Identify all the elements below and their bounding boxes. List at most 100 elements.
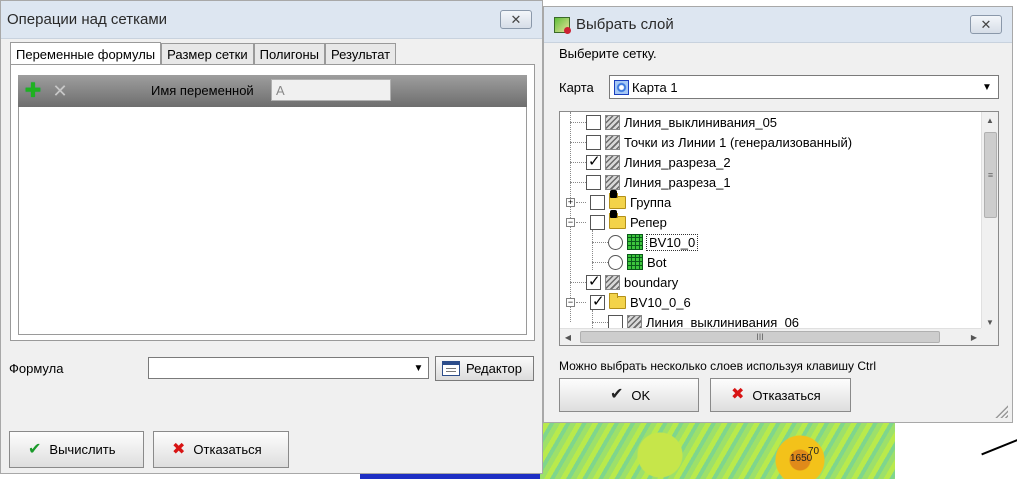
tree-guide xyxy=(592,230,593,270)
formula-combobox[interactable]: ▼ xyxy=(148,357,429,379)
select-layer-window: Выбрать слой ✕ Выберите сетку. Карта Кар… xyxy=(543,6,1013,423)
folder-icon xyxy=(609,292,626,309)
layer-checkbox[interactable] xyxy=(590,292,605,310)
cancel-button[interactable]: ✖ Отказаться xyxy=(153,431,289,468)
layer-checkbox[interactable] xyxy=(586,174,601,190)
tree-guide xyxy=(592,242,608,243)
grid-operations-window: Операции над сетками ✕ Переменные формул… xyxy=(0,0,543,474)
tree-item[interactable]: boundary xyxy=(586,272,678,292)
lock-icon xyxy=(610,209,617,218)
variable-name-input[interactable] xyxy=(271,79,391,101)
scroll-left-icon[interactable]: ◀ xyxy=(560,329,576,345)
scroll-thumb[interactable]: ≡ xyxy=(984,132,997,218)
resize-grip-icon[interactable] xyxy=(994,404,1008,418)
expand-icon[interactable]: + xyxy=(566,197,575,207)
tree-item[interactable]: Bot xyxy=(608,252,667,272)
tab-polygons[interactable]: Полигоны xyxy=(253,43,325,64)
tree-item[interactable]: Линия_разреза_2 xyxy=(586,152,731,172)
editor-icon xyxy=(442,361,460,376)
multi-select-hint: Можно выбрать несколько слоев используя … xyxy=(559,359,876,373)
tree-item[interactable]: Линия_разреза_1 xyxy=(586,172,731,192)
map-label: Карта xyxy=(559,80,594,95)
select-layer-titlebar[interactable]: Выбрать слой ✕ xyxy=(544,7,1012,43)
close-icon: ✕ xyxy=(510,11,522,27)
tree-guide xyxy=(570,122,586,123)
chevron-down-icon[interactable]: ▼ xyxy=(410,359,427,377)
delete-icon: ✕ xyxy=(52,81,68,101)
chevron-down-icon[interactable]: ▼ xyxy=(978,78,996,96)
map-terrain-area: 1650 70 xyxy=(540,420,895,479)
tab-grid-size[interactable]: Размер сетки xyxy=(161,43,254,64)
line-layer-icon xyxy=(605,154,620,170)
collapse-icon[interactable]: − xyxy=(566,297,575,307)
grid-layer-icon xyxy=(627,234,643,250)
grid-radio[interactable] xyxy=(608,234,623,250)
layer-checkbox[interactable] xyxy=(586,134,601,150)
cross-icon: ✖ xyxy=(172,440,186,458)
grid-radio[interactable] xyxy=(608,254,623,270)
tree-guide xyxy=(570,142,586,143)
tree-item[interactable]: − Репер xyxy=(566,209,667,232)
layer-checkbox[interactable] xyxy=(590,194,605,210)
tree-item[interactable]: BV10_0 xyxy=(608,232,699,252)
tree-item[interactable]: Линия_выклинивания_05 xyxy=(586,112,777,132)
close-button[interactable]: ✕ xyxy=(500,10,532,29)
lock-icon xyxy=(610,189,617,198)
tree-guide xyxy=(570,282,586,283)
tab-result[interactable]: Результат xyxy=(325,43,397,64)
cancel-button[interactable]: ✖ Отказаться xyxy=(710,378,851,412)
scroll-right-icon[interactable]: ▶ xyxy=(966,329,982,345)
tree-item[interactable]: + Группа xyxy=(566,189,671,212)
layer-checkbox[interactable] xyxy=(586,152,601,170)
tab-panel: ✚ ✕ Имя переменной xyxy=(10,64,535,341)
map-combobox[interactable]: Карта 1 ▼ xyxy=(609,75,999,99)
line-layer-icon xyxy=(605,274,620,290)
editor-button[interactable]: Редактор xyxy=(435,356,534,381)
variable-name-label: Имя переменной xyxy=(151,83,254,98)
close-icon: ✕ xyxy=(980,16,992,32)
grid-layer-icon xyxy=(627,254,643,270)
map-line xyxy=(981,436,1017,456)
plus-icon: ✚ xyxy=(24,80,42,102)
tab-formula-variables[interactable]: Переменные формулы xyxy=(10,42,162,65)
scroll-corner xyxy=(981,328,998,345)
window-title: Операции над сетками xyxy=(7,11,168,28)
line-layer-icon xyxy=(605,114,620,130)
tree-item[interactable]: − BV10_0_6 xyxy=(566,292,691,312)
scroll-up-icon[interactable]: ▲ xyxy=(982,112,998,128)
tree-item[interactable]: Точки из Линии 1 (генерализованный) xyxy=(586,132,852,152)
variables-toolbar: ✚ ✕ Имя переменной xyxy=(18,75,527,107)
calculate-button[interactable]: ✔ Вычислить xyxy=(9,431,144,468)
line-layer-icon xyxy=(605,134,620,150)
cross-icon: ✖ xyxy=(731,386,745,403)
collapse-icon[interactable]: − xyxy=(566,217,575,227)
delete-variable-button[interactable]: ✕ xyxy=(48,79,72,103)
contour-label-2: 70 xyxy=(808,446,820,457)
app-icon xyxy=(554,16,571,34)
check-icon: ✔ xyxy=(28,440,42,458)
variables-list[interactable] xyxy=(18,107,527,335)
add-variable-button[interactable]: ✚ xyxy=(21,79,45,103)
map-icon xyxy=(614,79,629,95)
close-button[interactable]: ✕ xyxy=(970,15,1002,34)
select-grid-hint: Выберите сетку. xyxy=(559,46,657,61)
tree-guide xyxy=(592,322,608,323)
tree-guide xyxy=(592,262,608,263)
locked-folder-icon xyxy=(609,209,626,229)
vertical-scrollbar[interactable]: ▲ ≡ ▼ xyxy=(981,112,998,330)
horizontal-scrollbar[interactable]: ◀ III ▶ xyxy=(560,328,982,345)
window-title: Выбрать слой xyxy=(576,16,674,33)
line-layer-icon xyxy=(605,174,620,190)
formula-label: Формула xyxy=(9,361,64,376)
layer-checkbox[interactable] xyxy=(590,214,605,230)
scroll-thumb[interactable]: III xyxy=(580,331,940,343)
map-value: Карта 1 xyxy=(632,79,678,95)
layer-checkbox[interactable] xyxy=(586,114,601,130)
ok-button[interactable]: ✔ OK xyxy=(559,378,699,412)
grid-operations-titlebar[interactable]: Операции над сетками ✕ xyxy=(1,1,542,39)
check-icon: ✔ xyxy=(610,386,624,403)
layer-tree: Линия_выклинивания_05 Точки из Линии 1 (… xyxy=(559,111,999,346)
tree-guide xyxy=(592,310,593,330)
layer-checkbox[interactable] xyxy=(586,272,601,290)
tree-guide xyxy=(570,182,586,183)
